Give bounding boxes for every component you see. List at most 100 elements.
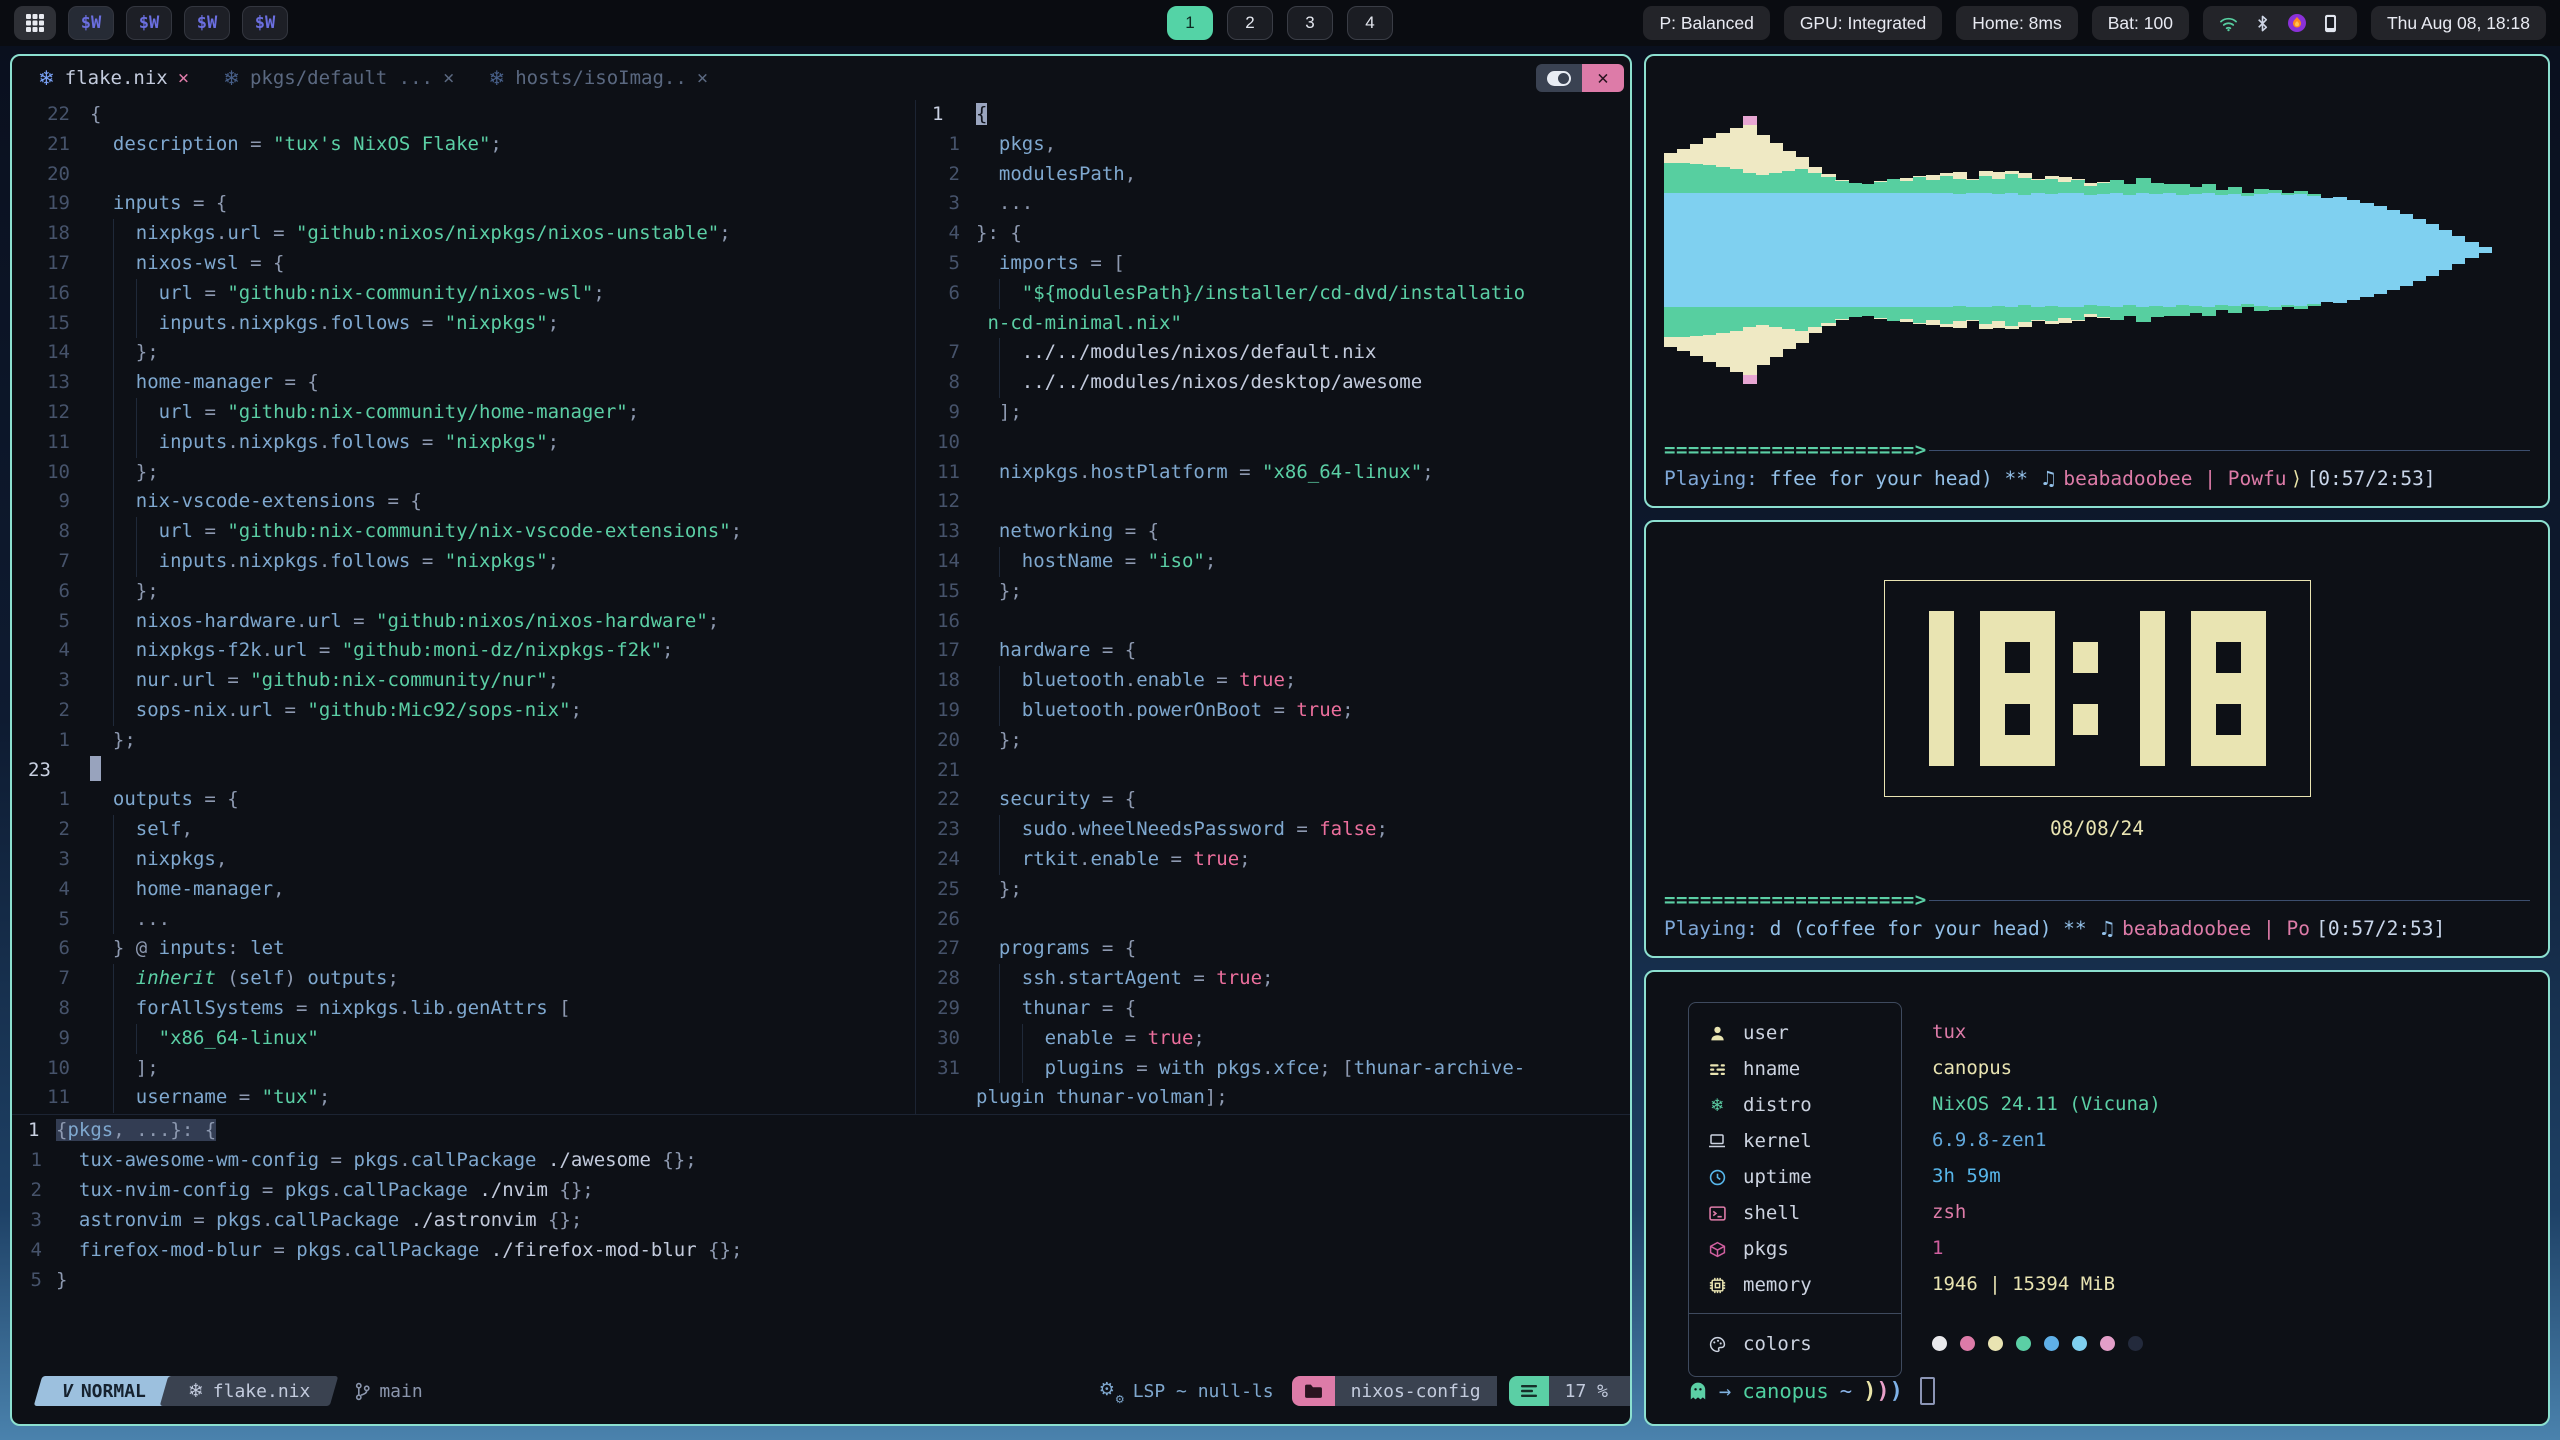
code-line[interactable]: 19 inputs = { [12, 189, 915, 219]
code-line[interactable]: 4}: { [916, 219, 1630, 249]
code-line[interactable]: 26 [916, 905, 1630, 935]
workspace-button[interactable]: $W [184, 6, 230, 40]
code-line[interactable]: 5} [12, 1265, 1630, 1295]
code-line[interactable]: 1 pkgs, [916, 130, 1630, 160]
track-progress[interactable]: =====================> [1664, 438, 2530, 462]
code-line[interactable]: 1{ [916, 100, 1630, 130]
code-line[interactable]: plugin thunar-volman]; [916, 1083, 1630, 1113]
code-line[interactable]: 19 bluetooth.powerOnBoot = true; [916, 696, 1630, 726]
window-close-button[interactable]: ✕ [1582, 64, 1624, 92]
code-line[interactable]: 14 }; [12, 338, 915, 368]
code-line[interactable]: 14 hostName = "iso"; [916, 547, 1630, 577]
code-line[interactable]: 2 self, [12, 815, 915, 845]
code-line[interactable]: 7 ../../modules/nixos/default.nix [916, 338, 1630, 368]
network-icon[interactable] [2219, 13, 2239, 33]
code-line[interactable]: n-cd-minimal.nix" [916, 309, 1630, 339]
code-line[interactable]: 20 [12, 160, 915, 190]
code-line[interactable]: 24 rtkit.enable = true; [916, 845, 1630, 875]
code-line[interactable]: 7 inherit (self) outputs; [12, 964, 915, 994]
code-line[interactable]: 7 inputs.nixpkgs.follows = "nixpkgs"; [12, 547, 915, 577]
tag-button-2[interactable]: 2 [1227, 6, 1273, 40]
code-line[interactable]: 9 ]; [916, 398, 1630, 428]
track-progress[interactable]: =====================> [1664, 888, 2530, 912]
code-line[interactable]: 11 username = "tux"; [12, 1083, 915, 1113]
code-line[interactable]: 12 [916, 487, 1630, 517]
code-line[interactable]: 25 }; [916, 875, 1630, 905]
project-name[interactable]: nixos-config [1335, 1376, 1497, 1406]
code-line[interactable]: 10 [916, 428, 1630, 458]
launcher-button[interactable] [14, 6, 56, 40]
code-line[interactable]: 16 [916, 607, 1630, 637]
code-line[interactable]: 1 tux-awesome-wm-config = pkgs.callPacka… [12, 1145, 1630, 1175]
code-line[interactable]: 18 nixpkgs.url = "github:nixos/nixpkgs/n… [12, 219, 915, 249]
code-line[interactable]: 27 programs = { [916, 934, 1630, 964]
tab-hosts-isoimage[interactable]: ❄ hosts/isoImag.. × [488, 66, 708, 90]
code-line[interactable]: 8 url = "github:nix-community/nix-vscode… [12, 517, 915, 547]
code-line[interactable]: 9 "x86_64-linux" [12, 1024, 915, 1054]
code-line[interactable]: 6 }; [12, 577, 915, 607]
tag-button-1[interactable]: 1 [1167, 6, 1213, 40]
code-line[interactable]: 1{pkgs, ...}: { [12, 1115, 1630, 1145]
code-line[interactable]: 22{ [12, 100, 915, 130]
tag-button-4[interactable]: 4 [1347, 6, 1393, 40]
code-line[interactable]: 8 forAllSystems = nixpkgs.lib.genAttrs [ [12, 994, 915, 1024]
command-line[interactable] [12, 1408, 1630, 1424]
shell-prompt[interactable]: → canopus ~ ))) [1688, 1377, 2518, 1413]
code-line[interactable]: 31 plugins = with pkgs.xfce; [thunar-arc… [916, 1054, 1630, 1084]
code-line[interactable]: 2 modulesPath, [916, 160, 1630, 190]
tab-close-icon[interactable]: × [178, 67, 189, 89]
workspace-button[interactable]: $W [68, 6, 114, 40]
code-line[interactable]: 13 networking = { [916, 517, 1630, 547]
tab-flake-nix[interactable]: ❄ flake.nix × [38, 66, 189, 90]
tag-button-3[interactable]: 3 [1287, 6, 1333, 40]
clock-widget[interactable]: Thu Aug 08, 18:18 [2371, 6, 2546, 40]
code-line[interactable]: 2 sops-nix.url = "github:Mic92/sops-nix"… [12, 696, 915, 726]
media-icon[interactable] [2287, 13, 2307, 33]
code-line[interactable]: 2 tux-nvim-config = pkgs.callPackage ./n… [12, 1175, 1630, 1205]
code-line[interactable]: 3 nur.url = "github:nix-community/nur"; [12, 666, 915, 696]
git-branch[interactable]: main [354, 1381, 422, 1402]
code-line[interactable]: 3 ... [916, 189, 1630, 219]
code-line[interactable]: 22 security = { [916, 785, 1630, 815]
toggle-button[interactable] [1536, 64, 1582, 92]
workspace-button[interactable]: $W [242, 6, 288, 40]
code-line[interactable]: 12 url = "github:nix-community/home-mana… [12, 398, 915, 428]
code-line[interactable]: 10 ]; [12, 1054, 915, 1084]
code-line[interactable]: 1 }; [12, 726, 915, 756]
code-line[interactable]: 11 inputs.nixpkgs.follows = "nixpkgs"; [12, 428, 915, 458]
code-line[interactable]: 13 home-manager = { [12, 368, 915, 398]
code-line[interactable]: 29 thunar = { [916, 994, 1630, 1024]
code-line[interactable]: 23 sudo.wheelNeedsPassword = false; [916, 815, 1630, 845]
code-line[interactable]: 9 nix-vscode-extensions = { [12, 487, 915, 517]
code-line[interactable]: 15 inputs.nixpkgs.follows = "nixpkgs"; [12, 309, 915, 339]
code-line[interactable]: 4 home-manager, [12, 875, 915, 905]
tab-close-icon[interactable]: × [443, 67, 454, 89]
code-line[interactable]: 17 hardware = { [916, 636, 1630, 666]
bluetooth-icon[interactable] [2253, 13, 2273, 33]
code-line[interactable]: 15 }; [916, 577, 1630, 607]
code-line[interactable]: 21 [916, 756, 1630, 786]
code-line[interactable]: 28 ssh.startAgent = true; [916, 964, 1630, 994]
code-line[interactable]: 10 }; [12, 458, 915, 488]
code-line[interactable]: 17 nixos-wsl = { [12, 249, 915, 279]
code-line[interactable]: 4 firefox-mod-blur = pkgs.callPackage ./… [12, 1235, 1630, 1265]
code-line[interactable]: 16 url = "github:nix-community/nixos-wsl… [12, 279, 915, 309]
code-line[interactable]: 6 } @ inputs: let [12, 934, 915, 964]
display-icon[interactable] [2321, 13, 2341, 33]
code-line[interactable]: 21 description = "tux's NixOS Flake"; [12, 130, 915, 160]
workspace-button[interactable]: $W [126, 6, 172, 40]
code-line[interactable]: 8 ../../modules/nixos/desktop/awesome [916, 368, 1630, 398]
code-line[interactable]: 3 nixpkgs, [12, 845, 915, 875]
code-line[interactable]: 30 enable = true; [916, 1024, 1630, 1054]
tab-pkgs-default[interactable]: ❄ pkgs/default ... × [223, 66, 454, 90]
code-line[interactable]: 5 nixos-hardware.url = "github:nixos/nix… [12, 607, 915, 637]
code-line[interactable]: 18 bluetooth.enable = true; [916, 666, 1630, 696]
code-line[interactable]: 5 ... [12, 905, 915, 935]
code-line[interactable]: 3 astronvim = pkgs.callPackage ./astronv… [12, 1205, 1630, 1235]
tab-close-icon[interactable]: × [697, 67, 708, 89]
code-line[interactable]: 11 nixpkgs.hostPlatform = "x86_64-linux"… [916, 458, 1630, 488]
code-line[interactable]: 6 "${modulesPath}/installer/cd-dvd/insta… [916, 279, 1630, 309]
code-line[interactable]: 1 outputs = { [12, 785, 915, 815]
code-line[interactable]: 4 nixpkgs-f2k.url = "github:moni-dz/nixp… [12, 636, 915, 666]
code-line[interactable]: 5 imports = [ [916, 249, 1630, 279]
